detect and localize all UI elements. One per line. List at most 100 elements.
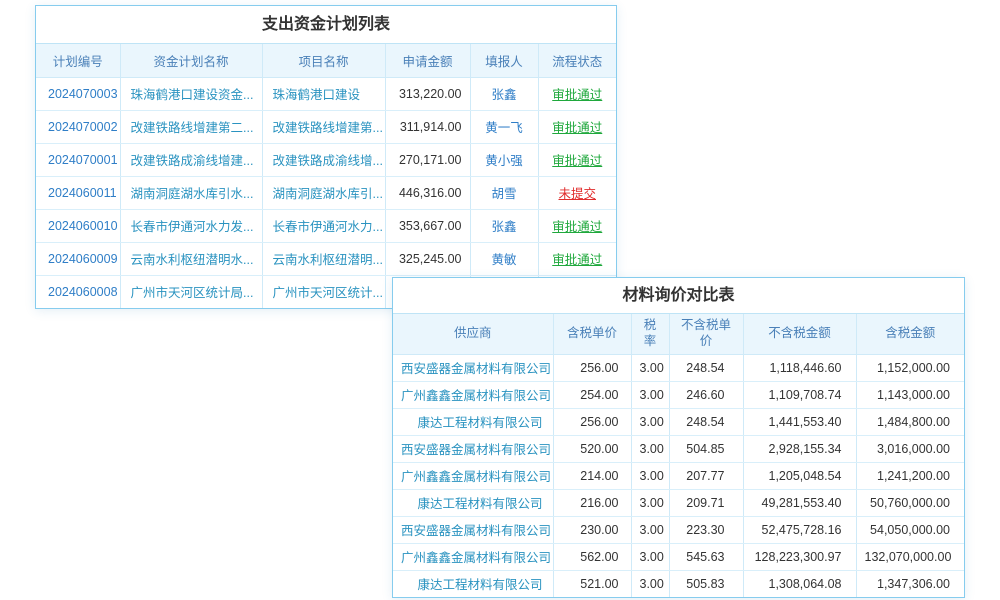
col-header-amount-no-tax: 不含税金额 xyxy=(743,314,856,354)
reporter-name[interactable]: 胡雪 xyxy=(470,176,538,209)
request-amount: 325,245.00 xyxy=(385,242,470,275)
amount-without-tax: 49,281,553.40 xyxy=(743,489,856,516)
col-header-plan-name: 资金计划名称 xyxy=(120,44,262,77)
supplier-name[interactable]: 广州鑫鑫金属材料有限公司 xyxy=(393,462,553,489)
price-with-tax: 254.00 xyxy=(553,381,631,408)
project-name[interactable]: 湖南洞庭湖水库引... xyxy=(262,176,385,209)
project-name[interactable]: 珠海鹤港口建设 xyxy=(262,77,385,110)
price-with-tax: 520.00 xyxy=(553,435,631,462)
amount-with-tax: 1,484,800.00 xyxy=(856,408,964,435)
project-name[interactable]: 改建铁路线增建第... xyxy=(262,110,385,143)
amount-with-tax: 54,050,000.00 xyxy=(856,516,964,543)
fund-plan-name[interactable]: 珠海鹤港口建设资金... xyxy=(120,77,262,110)
status-badge[interactable]: 审批通过 xyxy=(538,242,616,275)
price-with-tax: 230.00 xyxy=(553,516,631,543)
reporter-name[interactable]: 黄小强 xyxy=(470,143,538,176)
price-without-tax: 207.77 xyxy=(669,462,743,489)
col-header-supplier: 供应商 xyxy=(393,314,553,354)
price-with-tax: 562.00 xyxy=(553,543,631,570)
supplier-name[interactable]: 广州鑫鑫金属材料有限公司 xyxy=(393,381,553,408)
price-without-tax: 223.30 xyxy=(669,516,743,543)
reporter-name[interactable]: 张鑫 xyxy=(470,209,538,242)
quote-table-header-row: 供应商 含税单价 税率 不含税单价 不含税金额 含税金额 xyxy=(393,314,964,354)
tax-rate: 3.00 xyxy=(631,570,669,597)
plan-table-header-row: 计划编号 资金计划名称 项目名称 申请金额 填报人 流程状态 xyxy=(36,44,616,77)
col-header-price-no-tax: 不含税单价 xyxy=(669,314,743,354)
col-header-amount-tax: 含税金额 xyxy=(856,314,964,354)
supplier-name[interactable]: 西安盛器金属材料有限公司 xyxy=(393,516,553,543)
status-badge[interactable]: 审批通过 xyxy=(538,209,616,242)
quote-table-row[interactable]: 康达工程材料有限公司 256.00 3.00 248.54 1,441,553.… xyxy=(393,408,964,435)
expenditure-plan-title: 支出资金计划列表 xyxy=(36,6,616,44)
price-without-tax: 248.54 xyxy=(669,354,743,381)
project-name[interactable]: 长春市伊通河水力... xyxy=(262,209,385,242)
quote-table-row[interactable]: 西安盛器金属材料有限公司 230.00 3.00 223.30 52,475,7… xyxy=(393,516,964,543)
plan-table-row[interactable]: 2024060010 长春市伊通河水力发... 长春市伊通河水力... 353,… xyxy=(36,209,616,242)
status-badge[interactable]: 审批通过 xyxy=(538,77,616,110)
amount-with-tax: 1,241,200.00 xyxy=(856,462,964,489)
expenditure-plan-table: 计划编号 资金计划名称 项目名称 申请金额 填报人 流程状态 202407000… xyxy=(36,44,616,308)
plan-id-link[interactable]: 2024060009 xyxy=(36,242,120,275)
supplier-name[interactable]: 康达工程材料有限公司 xyxy=(393,570,553,597)
reporter-name[interactable]: 黄一飞 xyxy=(470,110,538,143)
quote-table-row[interactable]: 广州鑫鑫金属材料有限公司 562.00 3.00 545.63 128,223,… xyxy=(393,543,964,570)
tax-rate: 3.00 xyxy=(631,435,669,462)
col-header-status: 流程状态 xyxy=(538,44,616,77)
quote-table-row[interactable]: 西安盛器金属材料有限公司 520.00 3.00 504.85 2,928,15… xyxy=(393,435,964,462)
project-name[interactable]: 广州市天河区统计... xyxy=(262,275,385,308)
col-header-project-name: 项目名称 xyxy=(262,44,385,77)
plan-id-link[interactable]: 2024060011 xyxy=(36,176,120,209)
amount-with-tax: 132,070,000.00 xyxy=(856,543,964,570)
expenditure-plan-panel: 支出资金计划列表 计划编号 资金计划名称 项目名称 申请金额 填报人 流程状态 … xyxy=(35,5,617,309)
plan-id-link[interactable]: 2024070002 xyxy=(36,110,120,143)
plan-table-row[interactable]: 2024060009 云南水利枢纽潜明水... 云南水利枢纽潜明... 325,… xyxy=(36,242,616,275)
fund-plan-name[interactable]: 云南水利枢纽潜明水... xyxy=(120,242,262,275)
fund-plan-name[interactable]: 改建铁路成渝线增建... xyxy=(120,143,262,176)
amount-with-tax: 50,760,000.00 xyxy=(856,489,964,516)
price-without-tax: 504.85 xyxy=(669,435,743,462)
quote-table-row[interactable]: 广州鑫鑫金属材料有限公司 214.00 3.00 207.77 1,205,04… xyxy=(393,462,964,489)
quote-table-row[interactable]: 康达工程材料有限公司 216.00 3.00 209.71 49,281,553… xyxy=(393,489,964,516)
price-without-tax: 209.71 xyxy=(669,489,743,516)
material-quote-title: 材料询价对比表 xyxy=(393,278,964,314)
project-name[interactable]: 改建铁路成渝线增... xyxy=(262,143,385,176)
plan-table-row[interactable]: 2024070002 改建铁路线增建第二... 改建铁路线增建第... 311,… xyxy=(36,110,616,143)
plan-table-row[interactable]: 2024070001 改建铁路成渝线增建... 改建铁路成渝线增... 270,… xyxy=(36,143,616,176)
quote-table-row[interactable]: 康达工程材料有限公司 521.00 3.00 505.83 1,308,064.… xyxy=(393,570,964,597)
col-header-amount: 申请金额 xyxy=(385,44,470,77)
price-without-tax: 505.83 xyxy=(669,570,743,597)
plan-id-link[interactable]: 2024070003 xyxy=(36,77,120,110)
plan-table-row[interactable]: 2024070003 珠海鹤港口建设资金... 珠海鹤港口建设 313,220.… xyxy=(36,77,616,110)
status-badge[interactable]: 审批通过 xyxy=(538,110,616,143)
amount-without-tax: 1,118,446.60 xyxy=(743,354,856,381)
reporter-name[interactable]: 黄敏 xyxy=(470,242,538,275)
plan-id-link[interactable]: 2024070001 xyxy=(36,143,120,176)
plan-id-text[interactable]: 2024070003 xyxy=(48,87,118,101)
fund-plan-name[interactable]: 广州市天河区统计局... xyxy=(120,275,262,308)
price-with-tax: 521.00 xyxy=(553,570,631,597)
plan-id-link[interactable]: 2024060010 xyxy=(36,209,120,242)
supplier-name[interactable]: 西安盛器金属材料有限公司 xyxy=(393,354,553,381)
supplier-name[interactable]: 康达工程材料有限公司 xyxy=(393,408,553,435)
status-badge[interactable]: 未提交 xyxy=(538,176,616,209)
quote-table-row[interactable]: 西安盛器金属材料有限公司 256.00 3.00 248.54 1,118,44… xyxy=(393,354,964,381)
price-without-tax: 248.54 xyxy=(669,408,743,435)
price-with-tax: 216.00 xyxy=(553,489,631,516)
col-header-plan-id: 计划编号 xyxy=(36,44,120,77)
tax-rate: 3.00 xyxy=(631,354,669,381)
supplier-name[interactable]: 西安盛器金属材料有限公司 xyxy=(393,435,553,462)
fund-plan-name[interactable]: 湖南洞庭湖水库引水... xyxy=(120,176,262,209)
fund-plan-name[interactable]: 改建铁路线增建第二... xyxy=(120,110,262,143)
plan-id-link[interactable]: 2024060008 xyxy=(36,275,120,308)
reporter-name[interactable]: 张鑫 xyxy=(470,77,538,110)
tax-rate: 3.00 xyxy=(631,462,669,489)
project-name[interactable]: 云南水利枢纽潜明... xyxy=(262,242,385,275)
tax-rate: 3.00 xyxy=(631,489,669,516)
tax-rate: 3.00 xyxy=(631,381,669,408)
supplier-name[interactable]: 广州鑫鑫金属材料有限公司 xyxy=(393,543,553,570)
fund-plan-name[interactable]: 长春市伊通河水力发... xyxy=(120,209,262,242)
quote-table-row[interactable]: 广州鑫鑫金属材料有限公司 254.00 3.00 246.60 1,109,70… xyxy=(393,381,964,408)
supplier-name[interactable]: 康达工程材料有限公司 xyxy=(393,489,553,516)
plan-table-row[interactable]: 2024060011 湖南洞庭湖水库引水... 湖南洞庭湖水库引... 446,… xyxy=(36,176,616,209)
status-badge[interactable]: 审批通过 xyxy=(538,143,616,176)
